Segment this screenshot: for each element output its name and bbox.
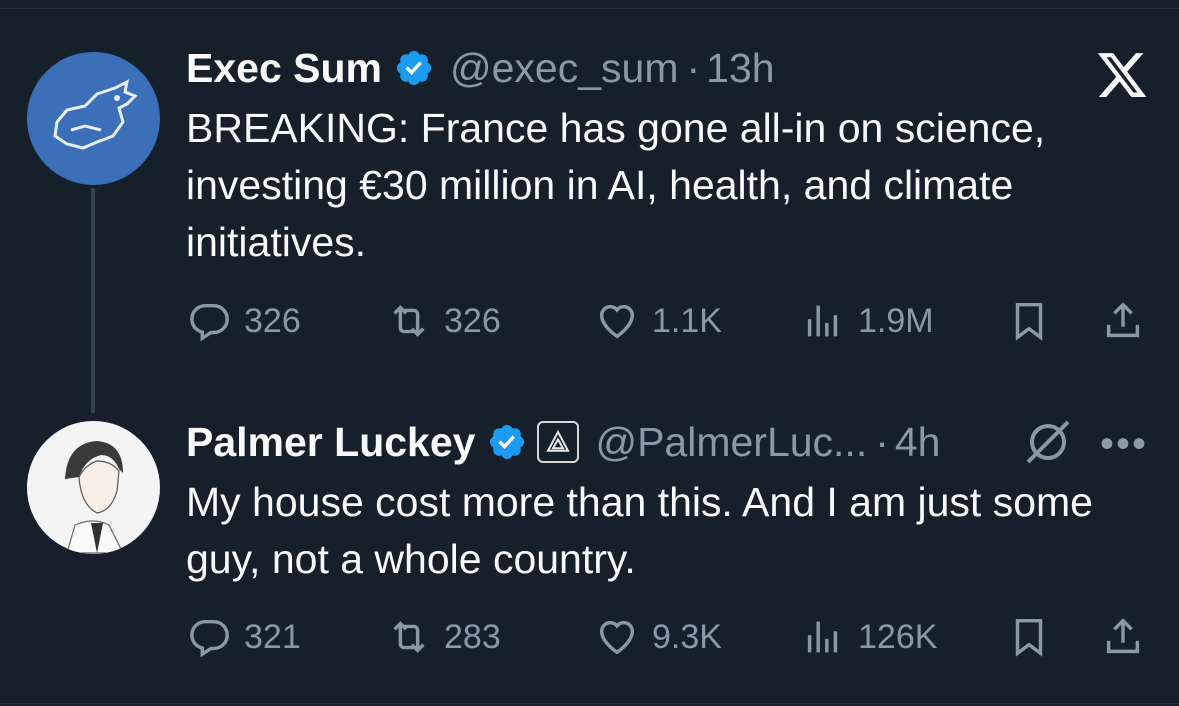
reply-icon bbox=[190, 619, 229, 658]
more-icon[interactable]: ••• bbox=[1100, 422, 1148, 467]
bookmark-button[interactable] bbox=[1006, 296, 1064, 346]
bottom-divider bbox=[0, 703, 1179, 704]
timestamp[interactable]: 13h bbox=[706, 45, 774, 92]
thread-connector bbox=[91, 188, 95, 413]
like-button[interactable]: 9.3K bbox=[594, 612, 722, 662]
action-bar: 321 283 9.3K 126K bbox=[186, 612, 1146, 662]
retweet-button[interactable]: 326 bbox=[386, 296, 501, 346]
bull-bear-logo-icon bbox=[27, 52, 159, 184]
retweet-icon bbox=[393, 305, 425, 337]
bookmark-icon bbox=[1015, 618, 1043, 657]
grok-icon[interactable] bbox=[1020, 420, 1076, 464]
like-count: 1.1K bbox=[652, 301, 722, 340]
heart-icon bbox=[599, 620, 635, 655]
verified-badge-icon bbox=[490, 424, 525, 460]
separator: · bbox=[686, 44, 701, 91]
display-name[interactable]: Exec Sum bbox=[186, 45, 382, 92]
views-icon bbox=[807, 621, 838, 653]
handle[interactable]: @PalmerLuc... bbox=[595, 419, 867, 466]
avatar[interactable] bbox=[27, 421, 160, 554]
separator: · bbox=[875, 418, 889, 465]
handle[interactable]: @exec_sum bbox=[450, 45, 678, 92]
verified-badge-icon bbox=[396, 50, 432, 86]
heart-icon bbox=[599, 304, 635, 339]
retweet-icon bbox=[393, 621, 425, 653]
bookmark-icon bbox=[1015, 302, 1043, 341]
tweet-header: Palmer Luckey @PalmerLuc... · 4h bbox=[186, 416, 940, 468]
views-icon bbox=[807, 305, 838, 337]
timestamp[interactable]: 4h bbox=[895, 419, 941, 466]
reply-count: 326 bbox=[244, 301, 301, 340]
views-count: 126K bbox=[858, 617, 938, 656]
share-icon bbox=[1106, 302, 1140, 338]
retweet-button[interactable]: 283 bbox=[386, 612, 501, 662]
tweet-text: My house cost more than this. And I am j… bbox=[186, 479, 1093, 582]
share-icon bbox=[1106, 618, 1140, 654]
views-count: 1.9M bbox=[858, 301, 934, 340]
tweet-header: Exec Sum @exec_sum · 13h bbox=[186, 42, 775, 94]
affiliation-badge[interactable] bbox=[537, 421, 580, 463]
x-logo-icon bbox=[1097, 53, 1147, 97]
reply-icon bbox=[190, 303, 229, 342]
anduril-logo-icon bbox=[546, 429, 571, 452]
reply-button[interactable]: 326 bbox=[186, 296, 301, 346]
top-divider bbox=[0, 8, 1179, 9]
reply-count: 321 bbox=[244, 617, 301, 656]
retweet-count: 283 bbox=[444, 617, 501, 656]
share-button[interactable] bbox=[1100, 612, 1158, 662]
tweet-text: BREAKING: France has gone all-in on scie… bbox=[186, 105, 1046, 265]
views-button[interactable]: 126K bbox=[800, 612, 937, 662]
bookmark-button[interactable] bbox=[1006, 612, 1064, 662]
like-button[interactable]: 1.1K bbox=[594, 296, 722, 346]
anime-portrait-avatar-icon bbox=[27, 421, 159, 554]
share-button[interactable] bbox=[1100, 296, 1158, 346]
reply-button[interactable]: 321 bbox=[186, 612, 301, 662]
retweet-count: 326 bbox=[444, 301, 501, 340]
views-button[interactable]: 1.9M bbox=[800, 296, 934, 346]
action-bar: 326 326 1.1K 1.9M bbox=[186, 296, 1146, 346]
display-name[interactable]: Palmer Luckey bbox=[186, 419, 475, 466]
avatar[interactable] bbox=[27, 52, 160, 185]
like-count: 9.3K bbox=[652, 617, 722, 656]
